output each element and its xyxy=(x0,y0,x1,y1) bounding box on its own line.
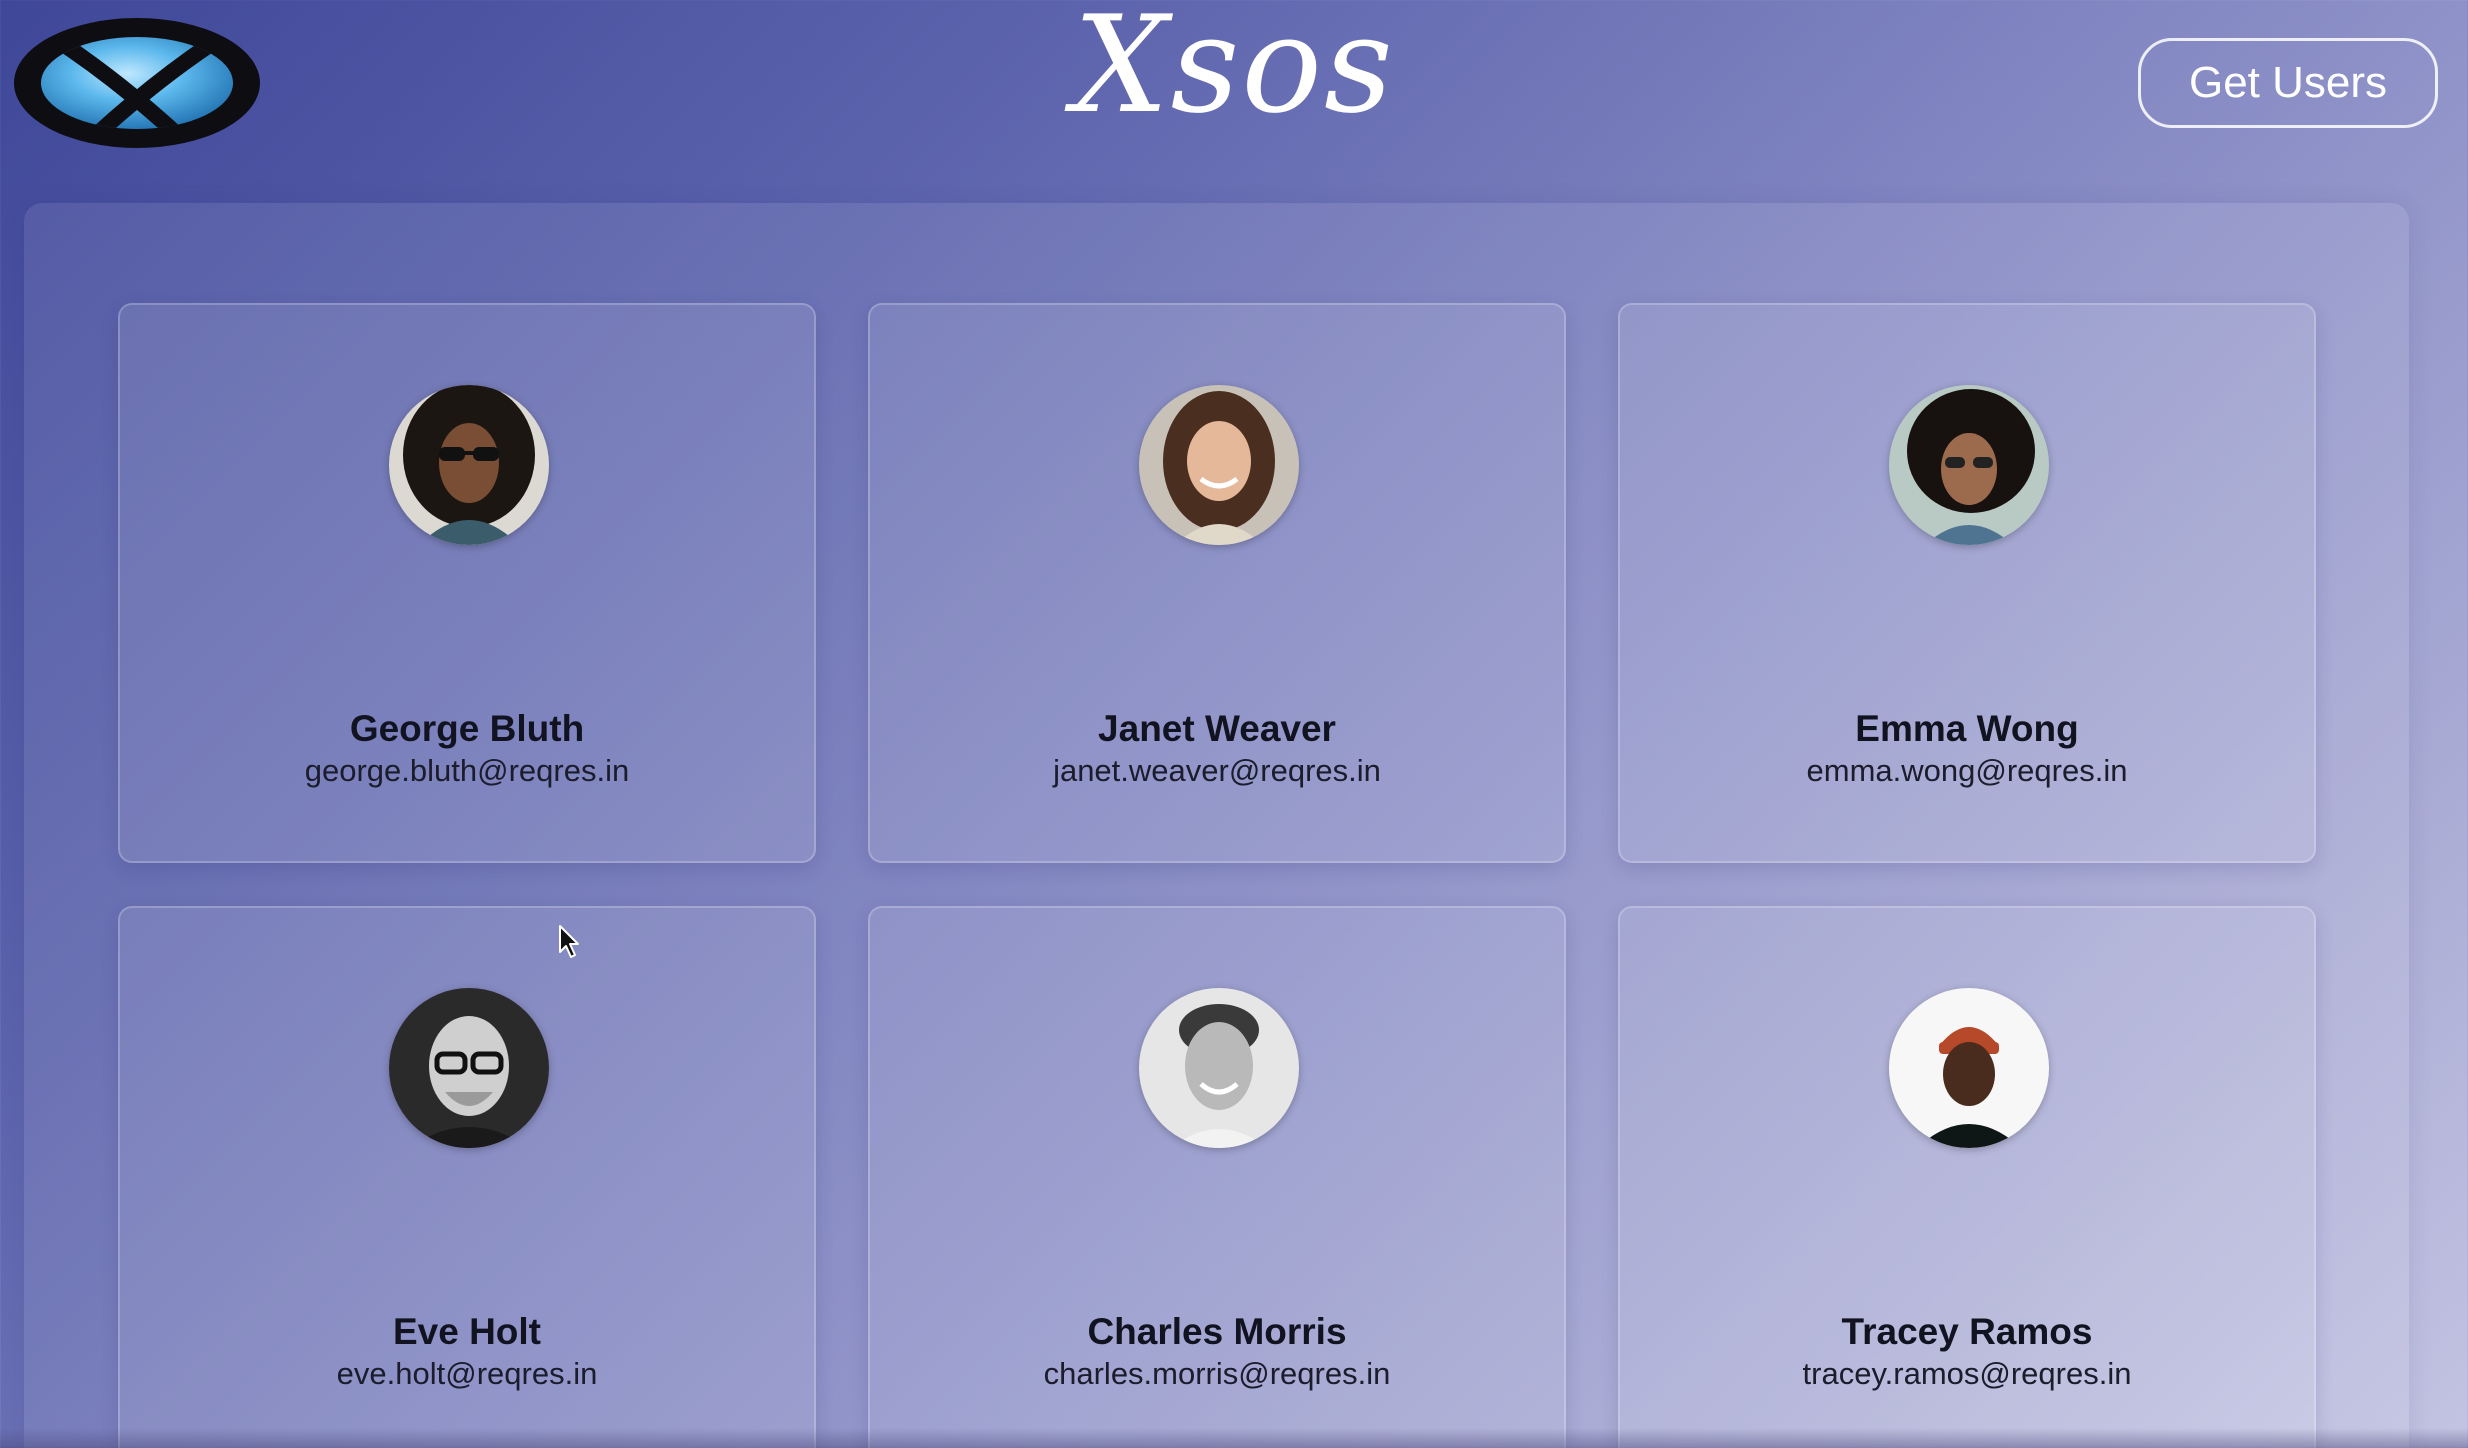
user-name: Charles Morris xyxy=(1087,1311,1347,1352)
xbox-logo-icon[interactable] xyxy=(14,18,260,148)
user-name: Tracey Ramos xyxy=(1841,1311,2093,1352)
user-name: Emma Wong xyxy=(1855,708,2079,749)
charles-avatar-icon xyxy=(1139,988,1299,1148)
user-email: eve.holt@reqres.in xyxy=(336,1356,598,1391)
get-users-button[interactable]: Get Users xyxy=(2138,38,2438,128)
user-email: tracey.ramos@reqres.in xyxy=(1802,1356,2132,1391)
eve-avatar-icon xyxy=(389,988,549,1148)
user-name: George Bluth xyxy=(349,708,585,749)
user-card: Charles Morris charles.morris@reqres.in xyxy=(868,906,1566,1448)
user-card: Emma Wong emma.wong@reqres.in xyxy=(1618,303,2316,863)
user-email: charles.morris@reqres.in xyxy=(1043,1356,1391,1391)
user-name: Eve Holt xyxy=(392,1311,542,1352)
app-title: Xsos xyxy=(1073,0,1395,143)
user-name: Janet Weaver xyxy=(1098,708,1336,749)
bottom-shade xyxy=(0,1428,2468,1448)
emma-avatar-icon xyxy=(1889,385,2049,545)
user-card: Eve Holt eve.holt@reqres.in xyxy=(118,906,816,1448)
george-avatar-icon xyxy=(389,385,549,545)
user-card: Tracey Ramos tracey.ramos@reqres.in xyxy=(1618,906,2316,1448)
user-email: george.bluth@reqres.in xyxy=(304,753,630,788)
tracey-avatar-icon xyxy=(1889,988,2049,1148)
user-email: emma.wong@reqres.in xyxy=(1806,753,2128,788)
janet-avatar-icon xyxy=(1139,385,1299,545)
app-header: Xsos Get Users xyxy=(0,0,2468,200)
user-card: Janet Weaver janet.weaver@reqres.in xyxy=(868,303,1566,863)
mouse-pointer-icon xyxy=(559,925,579,958)
user-card: George Bluth george.bluth@reqres.in xyxy=(118,303,816,863)
user-email: janet.weaver@reqres.in xyxy=(1053,753,1381,788)
